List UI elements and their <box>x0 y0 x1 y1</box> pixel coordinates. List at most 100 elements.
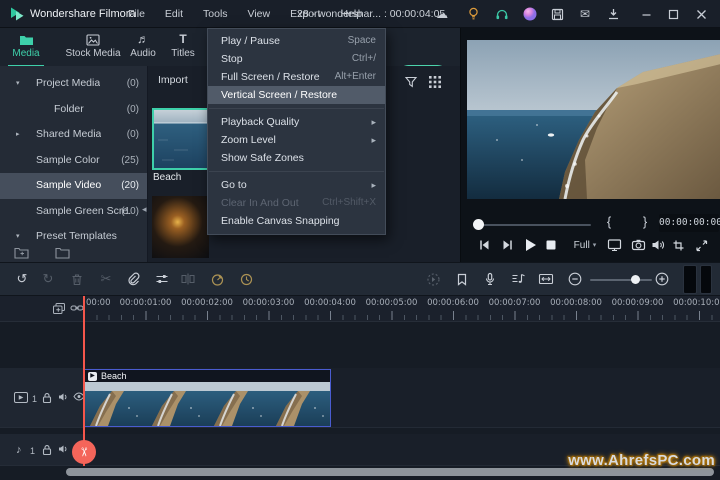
sidebar-item-sample-green-scre[interactable]: Sample Green Scre...(10) <box>0 199 147 225</box>
vertical-preview-pane[interactable] <box>683 265 697 294</box>
sidebar-footer <box>14 246 70 259</box>
mark-in-button[interactable]: { <box>601 214 617 229</box>
menubar-item-edit[interactable]: Edit <box>155 0 193 28</box>
grid-view-icon[interactable] <box>428 75 442 89</box>
headset-icon[interactable] <box>494 6 510 22</box>
clip-filmstrip <box>85 382 330 426</box>
marker-icon[interactable] <box>451 263 473 295</box>
preview-scrubber[interactable] <box>475 224 591 226</box>
sidebar-item-project-media[interactable]: ▾Project Media(0) <box>0 71 147 97</box>
tree-caret-icon[interactable]: ▾ <box>16 71 20 97</box>
maximize-icon[interactable] <box>665 6 681 22</box>
zoom-to-fit-icon[interactable] <box>535 263 557 295</box>
ruler-timecode: 00:00:01:00 <box>120 298 172 308</box>
submenu-arrow-icon: ▸ <box>371 176 376 194</box>
zoom-slider-handle[interactable] <box>631 275 640 284</box>
adjust-properties-icon[interactable] <box>151 263 173 295</box>
crop-clip-icon[interactable] <box>122 263 144 295</box>
media-thumbnail-beach[interactable] <box>152 108 209 170</box>
lock-icon[interactable] <box>42 392 52 404</box>
delete-icon[interactable] <box>66 263 88 295</box>
crop-icon[interactable] <box>668 235 688 255</box>
close-icon[interactable] <box>693 6 709 22</box>
menu-item-full-screen-restore[interactable]: Full Screen / RestoreAlt+Enter <box>208 68 385 86</box>
save-icon[interactable] <box>549 6 565 22</box>
link-clips-icon[interactable] <box>70 303 84 313</box>
sidebar-item-sample-video[interactable]: Sample Video(20) <box>0 173 147 199</box>
open-folder-icon[interactable] <box>55 246 70 259</box>
preview-video[interactable] <box>467 40 720 199</box>
menu-item-show-safe-zones[interactable]: Show Safe Zones <box>208 149 385 167</box>
scrubber-knob[interactable] <box>473 219 484 230</box>
menu-item-label: Go to <box>221 176 367 194</box>
menubar-item-tools[interactable]: Tools <box>193 0 238 28</box>
previous-frame-button[interactable] <box>474 235 494 255</box>
speed-icon[interactable] <box>206 263 228 295</box>
menu-item-shortcut: Space <box>348 32 376 50</box>
audio-track-icon: ♪ <box>16 444 22 456</box>
mail-icon[interactable]: ✉ <box>577 6 593 22</box>
stop-button[interactable] <box>541 235 561 255</box>
menu-item-playback-quality[interactable]: Playback Quality▸ <box>208 113 385 131</box>
clip-play-icon: ▶ <box>88 372 97 381</box>
menubar-item-view[interactable]: View <box>238 0 281 28</box>
tree-caret-icon[interactable]: ▸ <box>16 122 20 148</box>
sidebar-item-sample-color[interactable]: Sample Color(25) <box>0 148 147 174</box>
next-frame-button[interactable] <box>498 235 518 255</box>
volume-icon[interactable] <box>648 235 668 255</box>
lock-icon[interactable] <box>42 444 52 456</box>
tab-label: Media <box>6 48 46 59</box>
display-device-icon[interactable] <box>604 235 624 255</box>
mark-out-button[interactable]: } <box>637 214 653 229</box>
bulb-icon[interactable] <box>465 6 481 22</box>
mute-speaker-icon[interactable] <box>58 392 69 402</box>
menu-item-enable-canvas-snapping[interactable]: Enable Canvas Snapping <box>208 212 385 230</box>
cloud-icon[interactable]: ☁ <box>434 6 450 22</box>
menu-item-clear-in-and-out: Clear In And OutCtrl+Shift+X <box>208 194 385 212</box>
undo-icon[interactable]: ↺ <box>11 263 33 295</box>
menu-item-label: Play / Pause <box>221 32 348 50</box>
redo-icon[interactable]: ↻ <box>37 263 59 295</box>
record-voiceover-mic-icon[interactable] <box>479 263 501 295</box>
tab-titles[interactable]: T Titles <box>163 31 203 65</box>
cut-at-playhead-button[interactable]: ✂ <box>72 440 96 464</box>
zoom-out-icon[interactable] <box>564 263 586 295</box>
menu-item-label: Enable Canvas Snapping <box>221 212 376 230</box>
detach-audio-icon[interactable] <box>177 263 199 295</box>
split-scissors-icon[interactable]: ✂ <box>95 263 117 295</box>
sidebar-item-folder[interactable]: Folder(0) <box>0 97 147 123</box>
menu-item-go-to[interactable]: Go to▸ <box>208 176 385 194</box>
filmstrip-frame <box>209 382 271 426</box>
menu-item-zoom-level[interactable]: Zoom Level▸ <box>208 131 385 149</box>
manage-tracks-icon[interactable] <box>52 302 66 315</box>
duration-clock-icon[interactable] <box>235 263 257 295</box>
menu-item-vertical-screen-restore[interactable]: Vertical Screen / Restore <box>208 86 385 104</box>
menu-item-stop[interactable]: StopCtrl+/ <box>208 50 385 68</box>
snapshot-camera-icon[interactable] <box>628 235 648 255</box>
import-button[interactable]: Import <box>158 74 188 86</box>
media-thumbnail-fountain[interactable] <box>152 196 209 258</box>
tab-media[interactable]: Media <box>6 31 46 65</box>
fullscreen-icon[interactable] <box>691 235 711 255</box>
audio-mixer-icon[interactable] <box>507 263 529 295</box>
tab-stock-media[interactable]: Stock Media <box>57 31 129 65</box>
timeline-zoom-slider[interactable] <box>590 279 652 281</box>
filter-icon[interactable] <box>404 75 418 89</box>
menubar-item-file[interactable]: File <box>118 0 155 28</box>
timeline-clip-beach[interactable]: ▶ Beach <box>84 369 331 427</box>
render-preview-icon[interactable] <box>422 263 444 295</box>
new-folder-icon[interactable] <box>14 246 29 259</box>
mute-speaker-icon[interactable] <box>58 444 69 454</box>
play-button[interactable] <box>520 235 540 255</box>
fit-dropdown[interactable]: Full ▾ <box>566 235 604 255</box>
vertical-preview-pane[interactable] <box>700 265 712 294</box>
zoom-in-icon[interactable] <box>651 263 673 295</box>
sidebar-item-shared-media[interactable]: ▸Shared Media(0) <box>0 122 147 148</box>
tab-audio[interactable]: ♬ Audio <box>123 31 163 65</box>
minimize-icon[interactable] <box>638 6 654 22</box>
avatar[interactable] <box>522 6 538 22</box>
download-icon[interactable] <box>605 6 621 22</box>
collapse-panel-icon[interactable]: ◂ <box>142 204 147 215</box>
menu-item-play-pause[interactable]: Play / PauseSpace <box>208 32 385 50</box>
timeline-horizontal-scrollbar[interactable] <box>66 468 714 476</box>
